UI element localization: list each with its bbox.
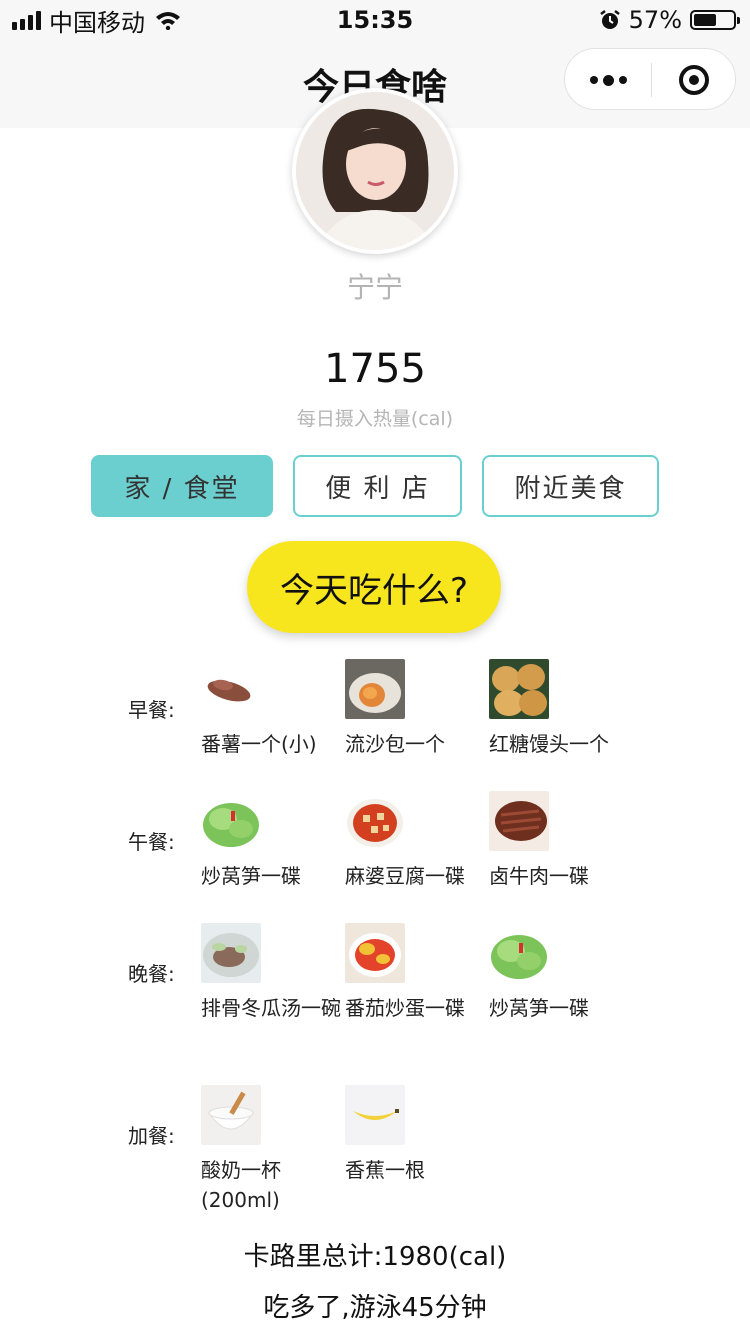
rib-soup-icon [201,923,261,983]
meal-item-name: 麻婆豆腐一碟 [345,864,465,888]
meal-label-breakfast: 早餐: [128,698,175,722]
yogurt-icon [201,1085,261,1145]
meal-item[interactable]: 炒莴笋一碟 [201,791,341,891]
meal-item[interactable]: 卤牛肉一碟 [489,791,629,891]
meal-item[interactable]: 麻婆豆腐一碟 [345,791,485,891]
meal-label-lunch: 午餐: [128,830,175,854]
meal-item[interactable]: 香蕉一根 [345,1085,485,1185]
brown-sugar-bun-icon [489,659,549,719]
battery-icon [690,10,740,30]
what-to-eat-button[interactable]: 今天吃什么? [247,541,501,633]
sweet-potato-icon [201,659,261,719]
daily-calories-value: 1755 [324,346,426,392]
alarm-icon [599,10,620,29]
meal-label-dinner: 晚餐: [128,962,175,986]
mapo-tofu-icon [345,791,405,851]
avatar [292,88,458,254]
option-convenience-store-button[interactable]: 便 利 店 [293,455,462,517]
meal-item-name: 番茄炒蛋一碟 [345,996,465,1020]
status-right: 57% [599,6,740,34]
meal-item-name: 酸奶一杯(200ml) [201,1158,281,1212]
meal-item-name: 番薯一个(小) [201,732,317,756]
meal-item-name: 红糖馒头一个 [489,732,609,756]
tomato-egg-icon [345,923,405,983]
option-nearby-food-button[interactable]: 附近美食 [482,455,659,517]
meal-item[interactable]: 酸奶一杯(200ml) [201,1085,341,1215]
calorie-total: 卡路里总计:1980(cal) [243,1242,507,1272]
meal-item[interactable]: 排骨冬瓜汤一碗 [201,923,341,1023]
meal-item[interactable]: 红糖馒头一个 [489,659,629,759]
meal-item-name: 炒莴笋一碟 [489,996,589,1020]
meal-item[interactable]: 番薯一个(小) [201,659,341,759]
meal-item[interactable]: 炒莴笋一碟 [489,923,629,1023]
meal-item-name: 香蕉一根 [345,1158,425,1182]
lettuce-icon [489,923,549,983]
lettuce-icon [201,791,261,851]
daily-calories-label: 每日摄入热量(cal) [296,408,454,430]
meal-item[interactable]: 番茄炒蛋一碟 [345,923,485,1023]
meal-item-name: 排骨冬瓜汤一碗 [201,996,341,1020]
meal-item[interactable]: 流沙包一个 [345,659,485,759]
meal-label-snack: 加餐: [128,1124,175,1148]
battery-percent: 57% [628,6,682,34]
status-bar: 中国移动 15:35 57% [0,0,750,40]
user-name: 宁宁 [346,271,403,304]
custard-bun-icon [345,659,405,719]
braised-beef-icon [489,791,549,851]
mini-program-capsule [564,48,736,110]
meal-item-name: 炒莴笋一碟 [201,864,301,888]
more-dots-icon[interactable] [565,49,651,111]
meal-item-name: 卤牛肉一碟 [489,864,589,888]
banana-icon [345,1085,405,1145]
target-close-icon[interactable] [651,49,737,111]
option-home-canteen-button[interactable]: 家 / 食堂 [91,455,273,517]
avatar-portrait-icon [296,92,454,250]
exercise-advice: 吃多了,游泳45分钟 [263,1293,487,1323]
meal-item-name: 流沙包一个 [345,732,445,756]
